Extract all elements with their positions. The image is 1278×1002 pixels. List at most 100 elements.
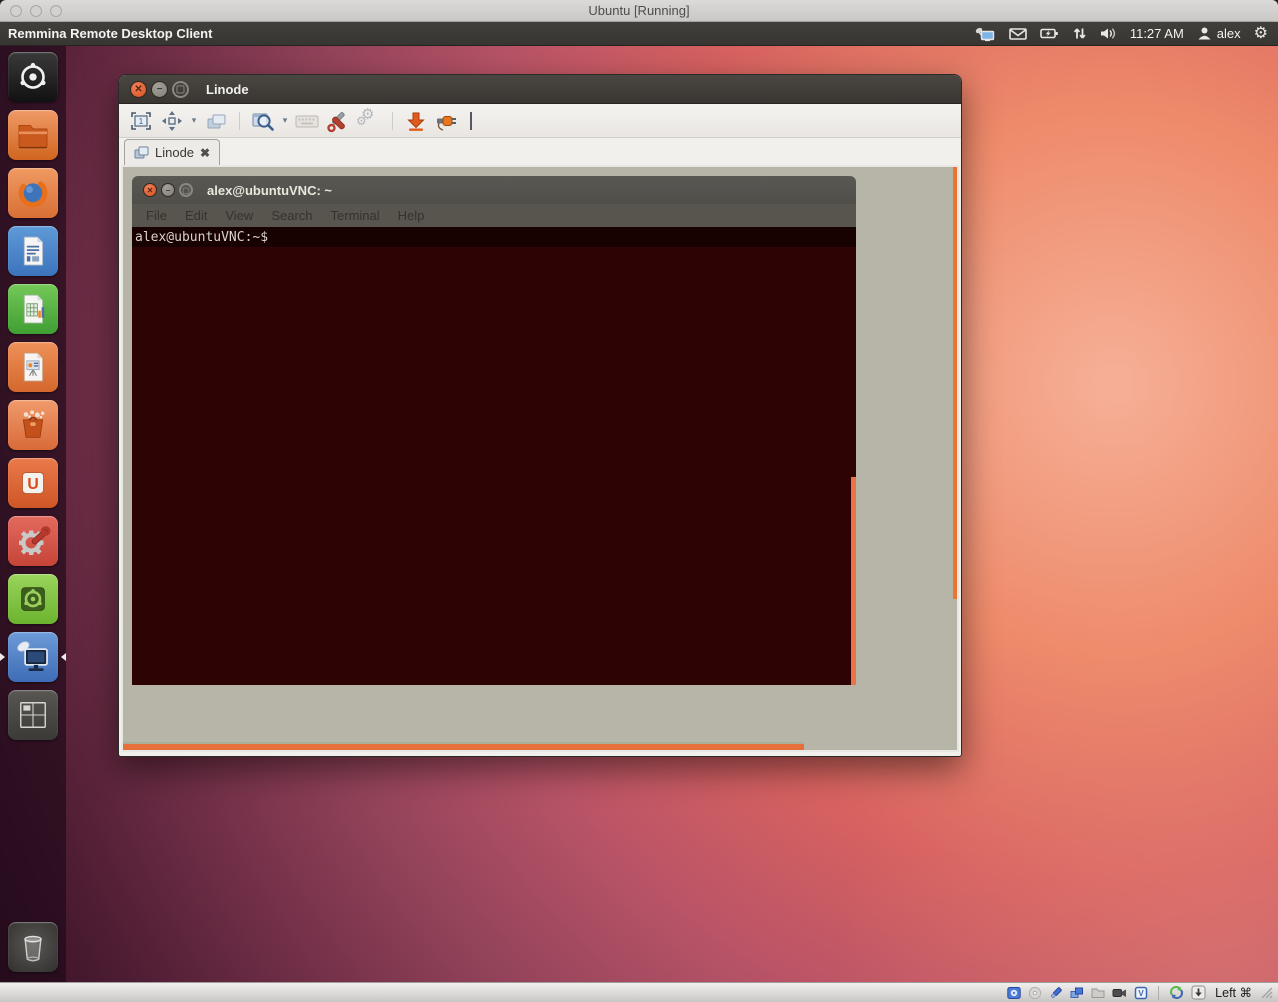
hard-disk-icon[interactable]	[1007, 986, 1021, 1000]
disconnect-button[interactable]	[433, 107, 461, 135]
tab-linode[interactable]: Linode ✖	[124, 139, 220, 165]
resize-grip-icon[interactable]	[1261, 987, 1273, 999]
menu-file[interactable]: File	[137, 208, 176, 223]
user-indicator[interactable]: alex	[1197, 26, 1241, 41]
unity-top-panel: Remmina Remote Desktop Client	[0, 22, 1278, 46]
battery-icon[interactable]	[1040, 26, 1059, 41]
host-minimize-button[interactable]	[30, 5, 42, 17]
host-window-buttons	[10, 0, 62, 22]
remote-terminal-window: ✕ − ▢ alex@ubuntuVNC: ~ File Edit View S…	[132, 176, 856, 685]
toolbar-separator	[392, 112, 393, 130]
workspace-switcher-icon	[8, 690, 58, 740]
launcher-item-workspace-switcher[interactable]	[8, 690, 58, 740]
gears-icon: ⚙⚙	[357, 109, 381, 133]
menu-help[interactable]: Help	[389, 208, 434, 223]
video-capture-icon[interactable]	[1112, 986, 1127, 999]
menu-search[interactable]: Search	[262, 208, 321, 223]
home-folder-icon	[8, 110, 58, 160]
volume-icon[interactable]	[1100, 26, 1117, 41]
launcher-item-home-folder[interactable]	[8, 110, 58, 160]
preferences-tools-button[interactable]	[324, 107, 352, 135]
host-zoom-button[interactable]	[50, 5, 62, 17]
ubuntu-software-center-icon	[8, 400, 58, 450]
remmina-close-button[interactable]: ✕	[130, 81, 147, 98]
network-activity-icon[interactable]	[1072, 26, 1087, 41]
launcher-item-ubuntu-tweak[interactable]	[8, 574, 58, 624]
toggle-fullscreen-button[interactable]: 1	[127, 107, 155, 135]
libreoffice-impress-icon	[8, 342, 58, 392]
launcher-item-libreoffice-writer[interactable]	[8, 226, 58, 276]
launcher-item-dash-home[interactable]	[8, 52, 58, 102]
menu-edit[interactable]: Edit	[176, 208, 216, 223]
fit-window-button[interactable]	[158, 107, 186, 135]
fit-window-dropdown-arrow[interactable]: ▾	[189, 115, 199, 126]
scaled-mode-dropdown-arrow[interactable]: ▾	[280, 115, 290, 126]
launcher-item-ubuntu-one[interactable]: U	[8, 458, 58, 508]
remmina-maximize-button[interactable]: ▢	[172, 81, 189, 98]
svg-text:1: 1	[139, 117, 144, 126]
firefox-icon	[8, 168, 58, 218]
shared-folder-icon[interactable]	[1091, 986, 1105, 999]
tab-close-icon[interactable]: ✖	[200, 147, 210, 159]
terminal-content[interactable]: alex@ubuntuVNC:~$	[132, 227, 856, 685]
shared-clipboard-icon[interactable]	[1070, 986, 1084, 1000]
terminal-minimize-button[interactable]: −	[161, 183, 175, 197]
terminal-titlebar[interactable]: ✕ − ▢ alex@ubuntuVNC: ~	[132, 176, 856, 204]
vnc-artifact-bottom-bar	[123, 744, 804, 750]
libreoffice-writer-icon	[8, 226, 58, 276]
host-key-label: Left ⌘	[1215, 985, 1252, 1000]
remmina-indicator-icon[interactable]	[974, 26, 996, 42]
toggle-scaled-mode-button[interactable]	[249, 107, 277, 135]
tools-gears-button[interactable]: ⚙⚙	[355, 107, 383, 135]
session-gear-icon[interactable]: ⚙	[1254, 26, 1268, 42]
launcher-item-libreoffice-calc[interactable]	[8, 284, 58, 334]
vnc-artifact-terminal-edge	[851, 477, 856, 685]
tab-connection-icon	[134, 146, 149, 159]
trash-icon	[8, 922, 58, 972]
terminal-window-buttons: ✕ − ▢	[143, 183, 193, 197]
host-close-button[interactable]	[10, 5, 22, 17]
keyboard-capture-icon[interactable]	[1191, 985, 1206, 1000]
remmina-window-buttons: ✕ − ▢	[130, 81, 189, 98]
launcher-item-libreoffice-impress[interactable]	[8, 342, 58, 392]
toolbar-separator	[239, 112, 240, 130]
username-label: alex	[1217, 26, 1241, 41]
focused-indicator-arrow	[57, 653, 66, 661]
minimize-window-button[interactable]	[402, 107, 430, 135]
usb-device-icon[interactable]	[1049, 986, 1063, 1000]
menu-view[interactable]: View	[216, 208, 262, 223]
mouse-integration-icon[interactable]	[1169, 985, 1184, 1000]
statusbar-separator	[1158, 986, 1159, 1000]
app-menu-title[interactable]: Remmina Remote Desktop Client	[8, 26, 212, 41]
terminal-close-button[interactable]: ✕	[143, 183, 157, 197]
grab-keyboard-button[interactable]	[293, 107, 321, 135]
remmina-titlebar[interactable]: ✕ − ▢ Linode	[119, 75, 961, 104]
vnc-artifact-right-edge	[953, 167, 957, 599]
terminal-window-title: alex@ubuntuVNC: ~	[207, 183, 332, 198]
vbox-statusbar: V Left ⌘	[0, 982, 1278, 1002]
messages-icon[interactable]	[1009, 26, 1027, 41]
terminal-maximize-button[interactable]: ▢	[179, 183, 193, 197]
clock-indicator[interactable]: 11:27 AM	[1130, 26, 1184, 41]
optical-disc-icon[interactable]	[1028, 986, 1042, 1000]
menu-terminal[interactable]: Terminal	[322, 208, 389, 223]
launcher-item-system-settings[interactable]	[8, 516, 58, 566]
toolbar-handle[interactable]	[470, 112, 472, 130]
switch-tabs-button[interactable]	[202, 107, 230, 135]
ubuntu-one-icon: U	[8, 458, 58, 508]
remmina-minimize-button[interactable]: −	[151, 81, 168, 98]
remmina-window: ✕ − ▢ Linode 1	[118, 74, 962, 757]
launcher-item-ubuntu-software-center[interactable]	[8, 400, 58, 450]
virtualization-chip-icon[interactable]: V	[1134, 986, 1148, 1000]
indicator-tray: 11:27 AM alex ⚙	[974, 26, 1268, 42]
terminal-prompt-line: alex@ubuntuVNC:~$	[132, 227, 856, 247]
system-settings-icon	[8, 516, 58, 566]
remmina-tab-strip: Linode ✖	[119, 138, 961, 165]
launcher-item-remmina[interactable]	[8, 632, 58, 682]
launcher-item-firefox[interactable]	[8, 168, 58, 218]
vnc-viewport[interactable]: ✕ − ▢ alex@ubuntuVNC: ~ File Edit View S…	[121, 165, 959, 752]
ubuntu-tweak-icon	[8, 574, 58, 624]
launcher-item-trash[interactable]	[8, 922, 58, 972]
running-indicator-arrow	[0, 653, 9, 661]
shell-prompt: alex@ubuntuVNC:~$	[135, 230, 268, 245]
